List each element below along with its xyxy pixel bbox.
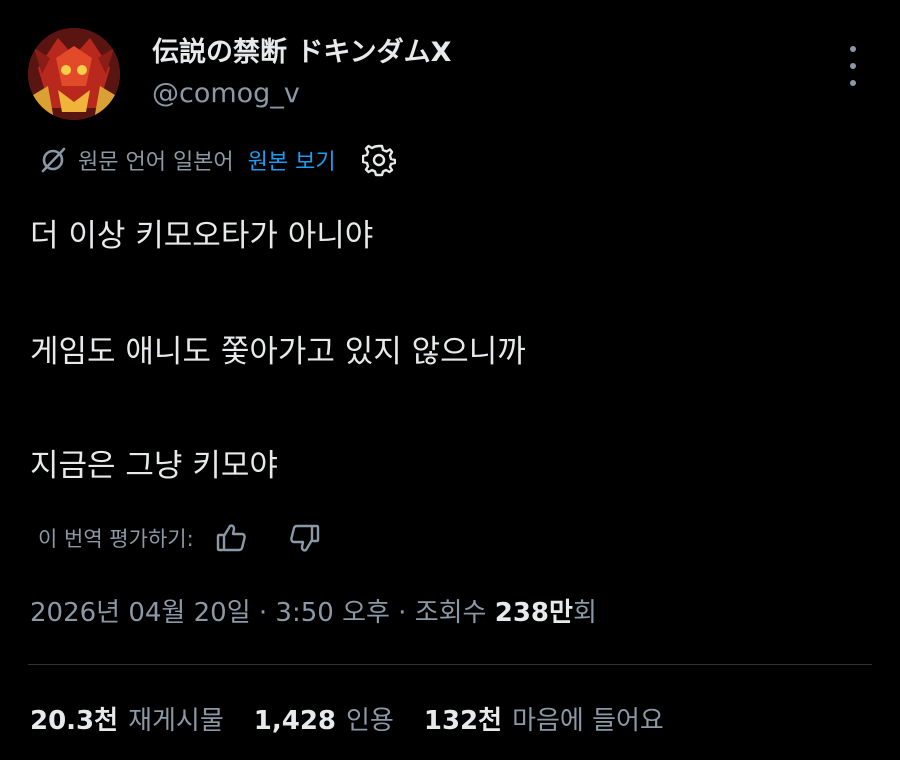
likes-label: 마음에 들어요 xyxy=(512,706,664,736)
tweet-text-line-1: 더 이상 키모오타가 아니야 xyxy=(30,218,374,254)
likes-stat[interactable]: 132천 마음에 들어요 xyxy=(424,700,664,737)
display-name[interactable]: 伝説の禁断 ドキンダムX xyxy=(152,30,451,69)
translation-source-label: 원문 언어 일본어 xyxy=(78,150,234,175)
show-original-link[interactable]: 원본 보기 xyxy=(248,144,336,176)
divider xyxy=(28,664,872,665)
quotes-count: 1,428 xyxy=(253,706,337,736)
avatar[interactable] xyxy=(28,28,120,120)
tweet-timestamp-views: 2026년 04월 20일 · 3:50 오후 · 조회수 238만회 xyxy=(30,592,597,629)
reposts-label: 재게시물 xyxy=(128,706,224,736)
user-handle[interactable]: @comog_v xyxy=(152,78,300,109)
rate-translation-bar: 이 번역 평가하기: xyxy=(38,518,322,558)
reposts-stat[interactable]: 20.3천 재게시물 xyxy=(30,700,224,737)
tweet-text-line-3: 지금은 그냥 키모야 xyxy=(30,448,278,484)
rate-translation-label: 이 번역 평가하기: xyxy=(38,527,194,551)
gear-icon[interactable] xyxy=(361,143,396,177)
thumbs-up-icon[interactable] xyxy=(214,521,248,555)
avatar-image xyxy=(28,28,120,120)
view-count-suffix: 회 xyxy=(572,598,597,628)
quotes-label: 인용 xyxy=(346,706,394,736)
tweet-timestamp[interactable]: 2026년 04월 20일 · 3:50 오후 · 조회수 xyxy=(30,598,495,628)
view-count: 238만 xyxy=(494,598,573,628)
translation-bar: 원문 언어 일본어 원본 보기 xyxy=(38,140,396,180)
translate-slash-icon xyxy=(41,147,66,173)
reposts-count: 20.3천 xyxy=(30,706,119,736)
engagement-stats: 20.3천 재게시물 1,428 인용 132천 마음에 들어요 xyxy=(30,700,694,737)
more-options-icon[interactable] xyxy=(842,46,864,86)
likes-count: 132천 xyxy=(423,706,503,736)
quotes-stat[interactable]: 1,428 인용 xyxy=(254,700,394,737)
thumbs-down-icon[interactable] xyxy=(288,521,322,555)
tweet-text-line-2: 게임도 애니도 쫓아가고 있지 않으니까 xyxy=(30,334,526,370)
